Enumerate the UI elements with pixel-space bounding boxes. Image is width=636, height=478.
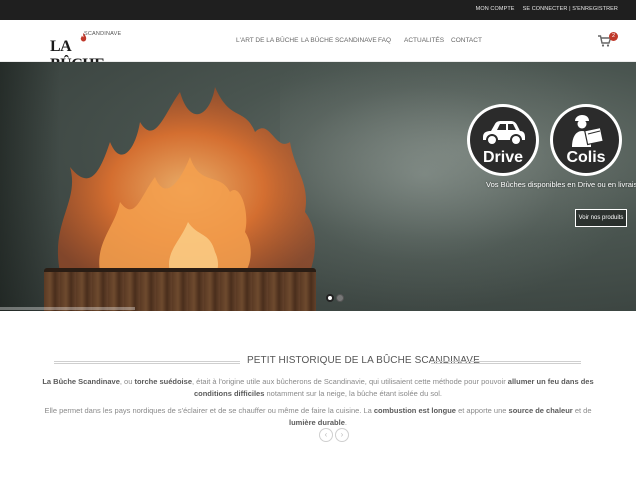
text: et de [572,406,592,415]
car-icon [483,121,525,146]
text: . [344,418,347,427]
nav-item-art[interactable]: L'ART DE LA BÛCHE [236,37,298,44]
carousel-arrows: ‹ › [319,428,349,442]
next-arrow-icon[interactable]: › [335,428,349,442]
account-links: MON COMPTE SE CONNECTER | S'ENREGISTRER [476,6,618,12]
delivery-person-icon [572,115,604,147]
site-header: SCANDINAVE LA BÛCHE L'ART DE LA BÛCHE LA… [0,20,636,73]
fire-illustration [57,87,316,272]
view-products-button[interactable]: Voir nos produits [575,209,627,227]
text: , était à l'origine utile aux bûcherons … [192,377,508,386]
cart-count-badge: 2 [609,32,618,41]
drive-label: Drive [482,149,524,166]
text: , ou [119,377,135,386]
drive-badge-inner: Drive [470,107,536,173]
slider-progress-bar [0,307,135,310]
logo-subtitle: SCANDINAVE [84,31,122,37]
section-heading: PETIT HISTORIQUE DE LA BÛCHE SCANDINAVE [54,355,581,369]
text: et apporte une [455,406,509,415]
text-bold: lumière durable [289,418,345,427]
colis-label: Colis [566,149,606,166]
hero-tagline: Vos Bûches disponibles en Drive ou en li… [486,180,636,189]
nav-item-faq[interactable]: FAQ [378,37,391,44]
text-bold: torche suédoise [134,377,192,386]
history-paragraph-1: La Bûche Scandinave, ou torche suédoise,… [40,376,596,400]
nav-item-buche-scandinave[interactable]: LA BÛCHE SCANDINAVE [301,37,377,44]
login-register-link[interactable]: SE CONNECTER | S'ENREGISTRER [523,6,618,12]
cart-button[interactable]: 2 [598,32,618,50]
colis-badge[interactable]: Colis [550,104,622,176]
heading-rule-left [54,361,240,364]
text-bold: combustion est longue [373,406,456,415]
prev-arrow-icon[interactable]: ‹ [319,428,333,442]
heading-rule-right [431,361,581,364]
nav-item-contact[interactable]: CONTACT [451,37,482,44]
log-image [44,272,316,311]
top-bar: MON COMPTE SE CONNECTER | S'ENREGISTRER [0,0,636,20]
text-bold: La Bûche Scandinave [42,377,120,386]
text: notamment sur la neige, la bûche étant i… [264,389,443,398]
nav-item-actualites[interactable]: ACTUALITÉS [404,37,444,44]
history-paragraph-2: Elle permet dans les pays nordiques de s… [40,405,596,429]
slider-dots [326,294,344,302]
text-bold: source de chaleur [508,406,573,415]
slider-dot-2[interactable] [336,294,344,302]
text: Elle permet dans les pays nordiques de s… [44,406,374,415]
logo-word-la: LA [50,38,71,55]
drive-badge[interactable]: Drive [467,104,539,176]
slider-dot-1[interactable] [326,294,334,302]
site-logo[interactable]: SCANDINAVE LA BÛCHE [50,31,122,73]
my-account-link[interactable]: MON COMPTE [476,6,515,12]
colis-badge-inner: Colis [553,107,619,173]
